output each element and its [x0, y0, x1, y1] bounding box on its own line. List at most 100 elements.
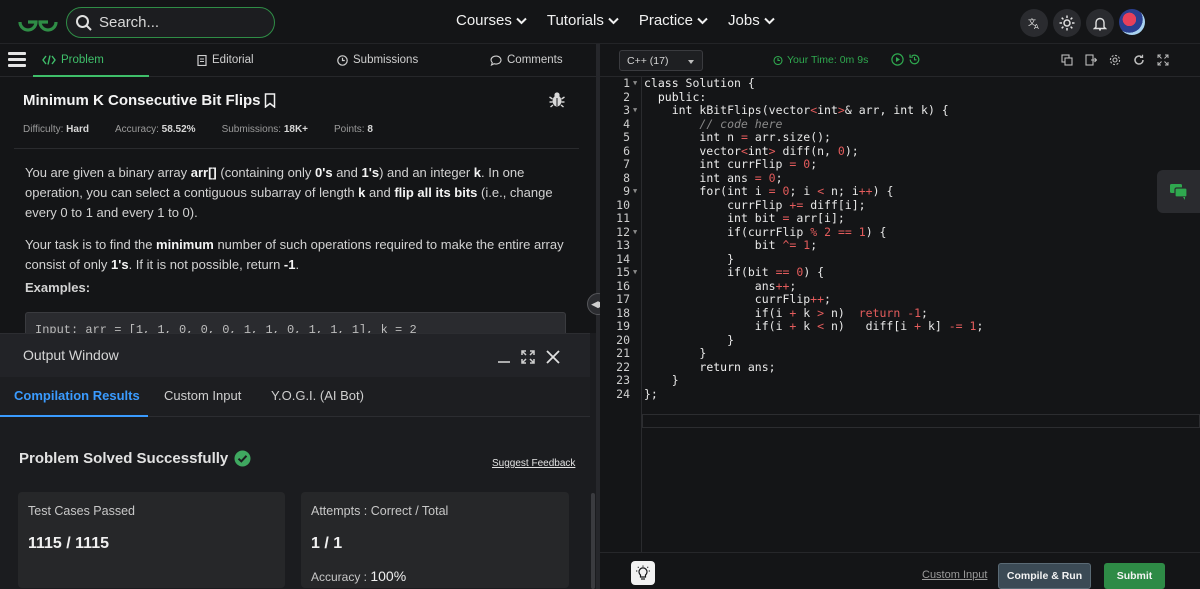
- top-navbar: Search... Courses Tutorials Practice Job…: [0, 0, 1200, 44]
- hint-button[interactable]: [631, 561, 655, 585]
- minimize-icon[interactable]: [497, 350, 511, 364]
- accuracy-result: Accuracy : 100%: [311, 568, 406, 584]
- points: Points: 8: [334, 124, 373, 135]
- nav-courses[interactable]: Courses: [456, 12, 527, 29]
- search-box[interactable]: Search...: [66, 7, 275, 38]
- accuracy-result-label: Accuracy :: [311, 570, 371, 584]
- tab-editorial[interactable]: Editorial: [197, 54, 254, 66]
- language-select[interactable]: C++ (17): [619, 50, 703, 71]
- tab-yogi-ai-bot[interactable]: Y.O.G.I. (AI Bot): [271, 388, 364, 403]
- code-editor-panel: C++ (17) Your Time: 0m 9s 1 ▼ class Soluti…: [600, 44, 1200, 589]
- submissions: Submissions: 18K+: [222, 124, 308, 135]
- code-line: 13 bit ^= 1;: [616, 238, 818, 252]
- copy-icon[interactable]: [1061, 54, 1073, 66]
- chat-icon: [1169, 183, 1188, 200]
- editor-actions: [1061, 54, 1169, 66]
- tab-problem[interactable]: Problem: [42, 54, 104, 66]
- report-bug-icon[interactable]: [549, 91, 565, 108]
- chat-button[interactable]: [1157, 170, 1200, 213]
- tab-editorial-label: Editorial: [212, 54, 254, 66]
- divider: [14, 148, 579, 149]
- code-line: 7 int currFlip = 0;: [623, 157, 818, 171]
- output-window: Output Window Compilation Results Custom…: [0, 333, 590, 589]
- code-line: 23 }: [616, 373, 679, 387]
- tab-comments[interactable]: Comments: [490, 54, 563, 66]
- nav-tutorials[interactable]: Tutorials: [547, 12, 619, 29]
- code-line: 8 int ans = 0;: [623, 170, 783, 185]
- tab-compilation-results[interactable]: Compilation Results: [14, 388, 140, 403]
- code-line: 4 // code here: [623, 116, 783, 131]
- code-line: 15 ▼ if(bit == 0) {: [616, 265, 825, 279]
- problem-meta: Difficulty: Hard Accuracy: 58.52% Submis…: [23, 124, 399, 135]
- settings-icon[interactable]: [1109, 54, 1121, 66]
- reset-timer-icon[interactable]: [908, 53, 921, 66]
- document-icon: [197, 54, 207, 66]
- compile-run-button[interactable]: Compile & Run: [998, 563, 1091, 589]
- nav-jobs[interactable]: Jobs: [728, 12, 775, 29]
- active-tab-indicator: [0, 415, 148, 417]
- code-line: 3 ▼ int kBitFlips(vector<int>& arr, int k…: [623, 103, 949, 117]
- theme-toggle-button[interactable]: [1053, 9, 1081, 37]
- nav-practice[interactable]: Practice: [639, 12, 708, 29]
- clock-icon: [337, 54, 348, 66]
- code-line: 11 int bit = arr[i];: [616, 211, 845, 225]
- accuracy: Accuracy: 58.52%: [115, 124, 196, 135]
- nav-courses-label: Courses: [456, 12, 512, 29]
- problem-title-text: Minimum K Consecutive Bit Flips: [23, 92, 261, 109]
- code-line: 19 if(i + k < n) diff[i + k] -= 1;: [616, 319, 984, 333]
- notifications-button[interactable]: [1086, 9, 1114, 37]
- close-icon[interactable]: [545, 349, 561, 365]
- custom-input-link[interactable]: Custom Input: [922, 569, 987, 581]
- description-paragraph-1: You are given a binary array arr[] (cont…: [25, 165, 553, 220]
- suggest-feedback-link[interactable]: Suggest Feedback: [492, 458, 575, 469]
- expand-icon[interactable]: [521, 350, 535, 364]
- accuracy-label: Accuracy:: [114, 124, 159, 135]
- nav-jobs-label: Jobs: [728, 12, 760, 29]
- tab-submissions[interactable]: Submissions: [337, 54, 418, 66]
- problem-title: Minimum K Consecutive Bit Flips: [23, 92, 276, 109]
- search-icon: [76, 15, 92, 31]
- timer: Your Time: 0m 9s: [773, 54, 868, 66]
- bell-icon: [1093, 17, 1107, 31]
- tab-submissions-label: Submissions: [353, 54, 419, 66]
- language-select-value: C++ (17): [627, 55, 669, 67]
- code-line: 21 }: [616, 346, 707, 360]
- current-line-highlight: [642, 414, 1200, 428]
- timer-icon: [773, 55, 783, 65]
- code-line: 10 currFlip += diff[i];: [616, 197, 866, 212]
- tab-comments-label: Comments: [507, 54, 563, 66]
- points-label: Points:: [334, 124, 365, 135]
- lightbulb-icon: [636, 565, 650, 580]
- submit-button[interactable]: Submit: [1104, 563, 1165, 589]
- code-line: 2 public:: [623, 89, 707, 104]
- gfg-logo-icon[interactable]: [16, 9, 60, 35]
- accuracy-result-value: 100%: [370, 568, 407, 584]
- reset-code-icon[interactable]: [1133, 54, 1145, 66]
- code-line: 22 return ans;: [616, 359, 776, 374]
- submissions-value: 18K+: [283, 124, 309, 135]
- sun-icon: [1059, 15, 1075, 31]
- chevron-down-icon: [697, 17, 708, 24]
- search-input[interactable]: Search...: [99, 14, 159, 31]
- code-line: 12 ▼ if(currFlip % 2 == 1) {: [616, 224, 887, 239]
- output-tabs: Compilation Results Custom Input Y.O.G.I…: [0, 377, 590, 417]
- menu-icon[interactable]: [8, 52, 26, 68]
- tab-custom-input[interactable]: Custom Input: [164, 388, 241, 403]
- code-line: 20 }: [616, 332, 735, 347]
- fullscreen-icon[interactable]: [1157, 54, 1169, 66]
- editor-footer: Custom Input Compile & Run Submit: [600, 552, 1200, 589]
- bookmark-icon[interactable]: [264, 93, 276, 108]
- export-icon[interactable]: [1085, 54, 1097, 66]
- chevron-down-icon: [763, 17, 775, 24]
- timer-controls: [891, 53, 921, 66]
- play-icon[interactable]: [891, 53, 904, 66]
- translate-button[interactable]: 文A: [1020, 9, 1048, 37]
- result-status: Problem Solved Successfully: [19, 450, 251, 467]
- code-line: 16 ans++;: [616, 278, 797, 293]
- output-window-controls: [497, 349, 561, 365]
- code-area[interactable]: 1 ▼ class Solution { 2 public: 3 ▼ int kBit…: [600, 76, 1200, 552]
- chevron-down-icon: [608, 17, 619, 24]
- translate-icon: 文A: [1028, 17, 1039, 30]
- avatar[interactable]: [1119, 9, 1145, 35]
- code-line: 24};: [616, 386, 658, 401]
